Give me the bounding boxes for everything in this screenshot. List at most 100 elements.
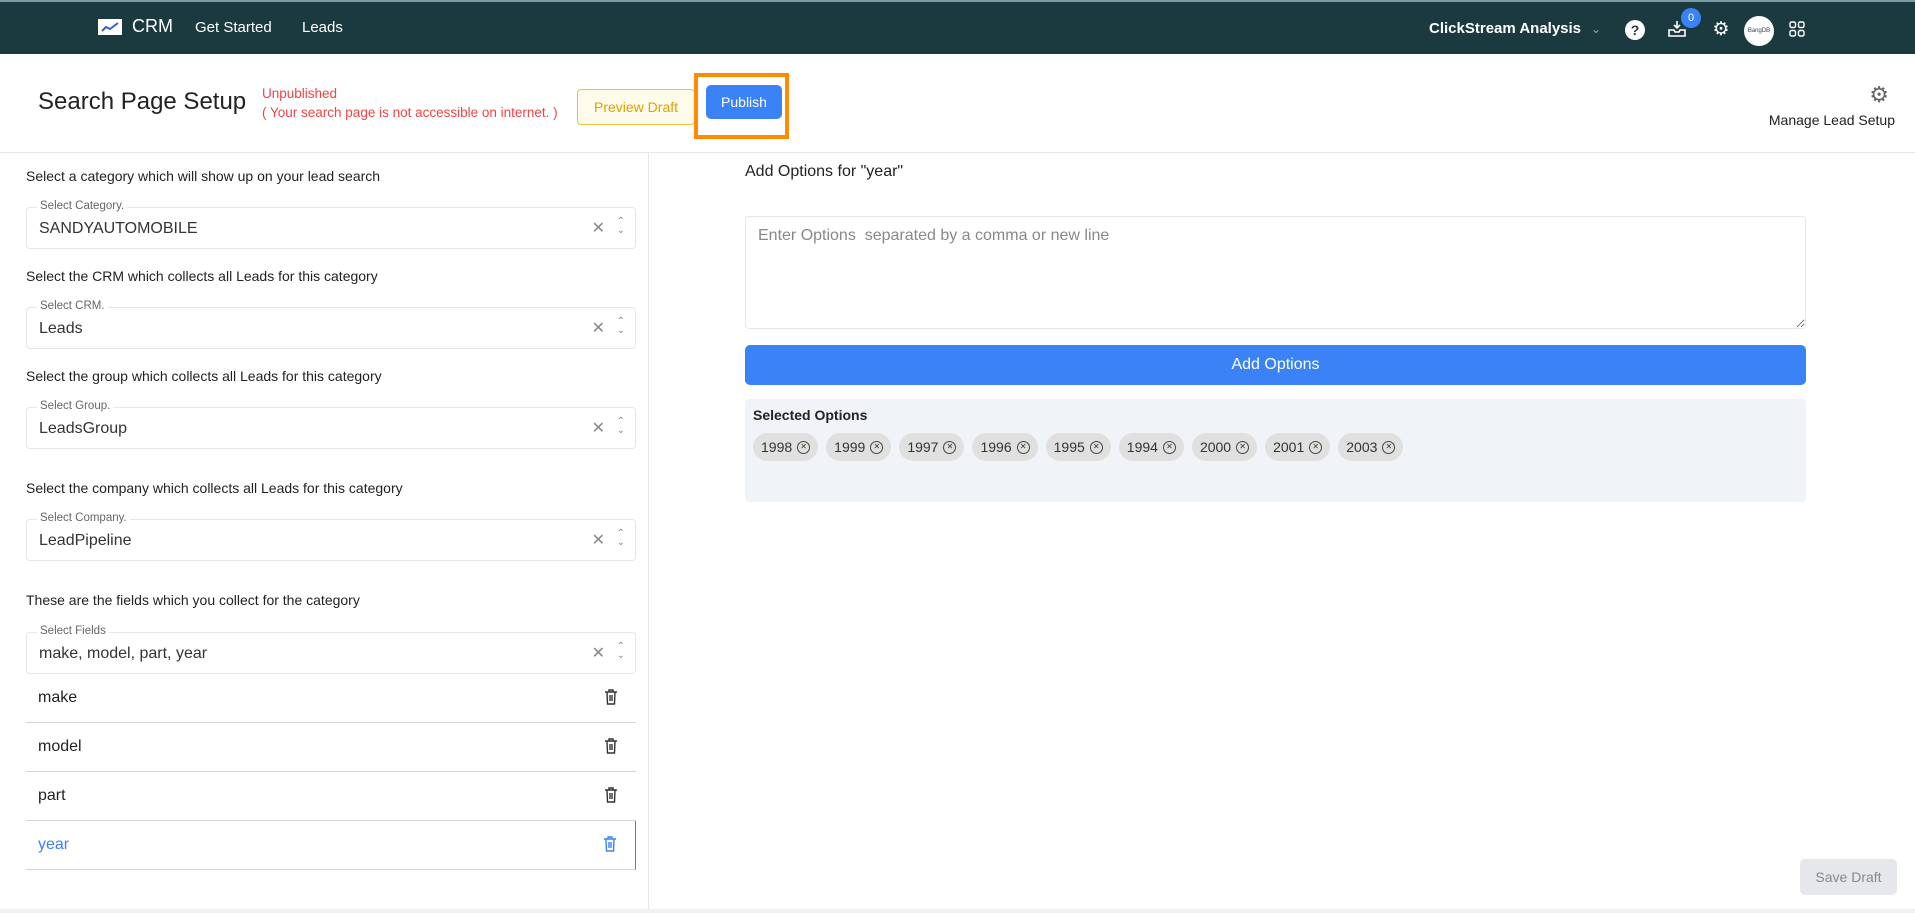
clear-icon[interactable]: ✕ xyxy=(592,643,605,663)
manage-lead-setup-label: Manage Lead Setup xyxy=(1768,112,1895,128)
trash-icon[interactable] xyxy=(604,737,618,755)
remove-chip-icon[interactable]: ✕ xyxy=(870,440,884,454)
publish-button[interactable]: Publish xyxy=(706,85,782,119)
field-name: make xyxy=(38,689,78,706)
notification-badge: 0 xyxy=(1681,8,1701,28)
option-chip: 1999 ✕ xyxy=(826,433,892,461)
selected-options-title: Selected Options xyxy=(753,407,868,423)
chip-label: 1995 xyxy=(1053,439,1085,455)
updown-icon: ⌃ ⌄ xyxy=(616,528,625,548)
clear-icon[interactable]: ✕ xyxy=(592,418,605,438)
workspace-name: ClickStream Analysis xyxy=(1429,20,1582,37)
status-note: ( Your search page is not accessible on … xyxy=(262,105,558,120)
options-input[interactable] xyxy=(745,216,1806,329)
crm-value: Leads xyxy=(39,320,83,337)
page-header: Search Page Setup Unpublished ( Your sea… xyxy=(0,56,1915,153)
chip-label: 2003 xyxy=(1346,439,1378,455)
publish-status: Unpublished ( Your search page is not ac… xyxy=(262,84,558,122)
left-panel: Select a category which will show up on … xyxy=(12,153,649,909)
category-legend: Select Category. xyxy=(37,200,128,212)
category-label: Select a category which will show up on … xyxy=(26,168,381,184)
updown-icon: ⌃ ⌄ xyxy=(616,216,625,236)
field-row-make[interactable]: make xyxy=(26,674,636,723)
avatar[interactable]: BangDB xyxy=(1744,16,1774,46)
remove-chip-icon[interactable]: ✕ xyxy=(1236,440,1250,454)
company-legend: Select Company. xyxy=(37,512,130,524)
top-navbar: CRM Get Started Leads ClickStream Analys… xyxy=(0,0,1915,54)
clear-icon[interactable]: ✕ xyxy=(592,530,605,550)
group-select[interactable]: Select Group. LeadsGroup ✕ ⌃ ⌄ xyxy=(26,400,636,449)
field-name: model xyxy=(38,738,82,755)
brand[interactable]: CRM xyxy=(98,16,173,37)
clear-icon[interactable]: ✕ xyxy=(592,218,605,238)
manage-lead-setup[interactable]: ⚙ Manage Lead Setup xyxy=(1769,82,1895,128)
crm-logo-icon xyxy=(98,18,122,35)
crm-legend: Select CRM. xyxy=(37,300,108,312)
option-chip: 1996 ✕ xyxy=(972,433,1038,461)
clear-icon[interactable]: ✕ xyxy=(592,318,605,338)
remove-chip-icon[interactable]: ✕ xyxy=(1382,440,1396,454)
remove-chip-icon[interactable]: ✕ xyxy=(1162,440,1176,454)
trash-icon[interactable] xyxy=(604,786,618,804)
publish-highlight: Publish xyxy=(694,73,789,139)
category-value: SANDYAUTOMOBILE xyxy=(39,220,198,237)
option-chip: 1995 ✕ xyxy=(1045,433,1111,461)
field-name: year xyxy=(38,836,70,853)
group-value: LeadsGroup xyxy=(39,420,128,437)
chip-label: 2000 xyxy=(1199,439,1232,455)
chip-label: 1994 xyxy=(1126,439,1158,455)
preview-draft-button[interactable]: Preview Draft xyxy=(577,89,695,125)
fields-select[interactable]: Select Fields make, model, part, year ✕ … xyxy=(26,625,636,674)
apps-grid-icon[interactable] xyxy=(1786,18,1808,40)
company-label: Select the company which collects all Le… xyxy=(26,480,403,496)
workspace-selector[interactable]: ClickStream Analysis ⌄ xyxy=(1429,20,1601,37)
category-select[interactable]: Select Category. SANDYAUTOMOBILE ✕ ⌃ ⌄ xyxy=(26,200,636,249)
option-chip: 2003 ✕ xyxy=(1338,433,1404,461)
chip-label: 1996 xyxy=(980,439,1012,455)
option-chip: 1997 ✕ xyxy=(899,433,965,461)
updown-icon: ⌃ ⌄ xyxy=(616,641,625,661)
brand-name: CRM xyxy=(132,16,173,36)
trash-icon[interactable] xyxy=(603,835,617,853)
option-chip: 1998 ✕ xyxy=(753,433,819,461)
trash-icon[interactable] xyxy=(604,688,618,706)
gear-icon: ⚙ xyxy=(1869,82,1889,107)
field-row-part[interactable]: part xyxy=(26,772,636,821)
fields-value: make, model, part, year xyxy=(39,645,208,662)
remove-chip-icon[interactable]: ✕ xyxy=(943,440,957,454)
selected-options-panel: Selected Options 1998 ✕ 1999 ✕ 1997 ✕ 1996 ✕… xyxy=(745,399,1806,502)
remove-chip-icon[interactable]: ✕ xyxy=(1309,440,1323,454)
nav-get-started[interactable]: Get Started xyxy=(195,19,272,36)
group-label: Select the group which collects all Lead… xyxy=(26,368,382,384)
remove-chip-icon[interactable]: ✕ xyxy=(797,440,811,454)
chip-list: 1998 ✕ 1999 ✕ 1997 ✕ 1996 ✕ 1995 ✕ 1994 ✕ 2000… xyxy=(753,433,1404,461)
help-icon[interactable]: ? xyxy=(1625,20,1645,40)
crm-select[interactable]: Select CRM. Leads ✕ ⌃ ⌄ xyxy=(26,300,636,349)
bottom-bar xyxy=(0,909,1915,913)
chip-label: 1997 xyxy=(907,439,939,455)
field-row-model[interactable]: model xyxy=(26,723,636,772)
status-label: Unpublished xyxy=(262,86,338,101)
page-title: Search Page Setup xyxy=(38,88,247,115)
updown-icon: ⌃ ⌄ xyxy=(616,416,625,436)
company-select[interactable]: Select Company. LeadPipeline ✕ ⌃ ⌄ xyxy=(26,512,636,561)
option-chip: 2001 ✕ xyxy=(1265,433,1331,461)
settings-gear-icon[interactable]: ⚙ xyxy=(1710,18,1732,40)
remove-chip-icon[interactable]: ✕ xyxy=(1016,440,1030,454)
field-row-year[interactable]: year xyxy=(26,821,636,870)
field-name: part xyxy=(38,787,66,804)
fields-legend: Select Fields xyxy=(37,625,109,637)
chip-label: 1999 xyxy=(834,439,866,455)
add-options-title: Add Options for "year" xyxy=(745,163,904,180)
save-draft-button[interactable]: Save Draft xyxy=(1800,859,1897,895)
group-legend: Select Group. xyxy=(37,400,114,412)
option-chip: 1994 ✕ xyxy=(1118,433,1184,461)
remove-chip-icon[interactable]: ✕ xyxy=(1089,440,1103,454)
updown-icon: ⌃ ⌄ xyxy=(616,316,625,336)
nav-leads[interactable]: Leads xyxy=(302,19,343,36)
add-options-button[interactable]: Add Options xyxy=(745,345,1806,385)
option-chip: 2000 ✕ xyxy=(1191,433,1258,461)
fields-label: These are the fields which you collect f… xyxy=(26,592,360,608)
company-value: LeadPipeline xyxy=(39,532,132,549)
chip-label: 1998 xyxy=(761,439,793,455)
